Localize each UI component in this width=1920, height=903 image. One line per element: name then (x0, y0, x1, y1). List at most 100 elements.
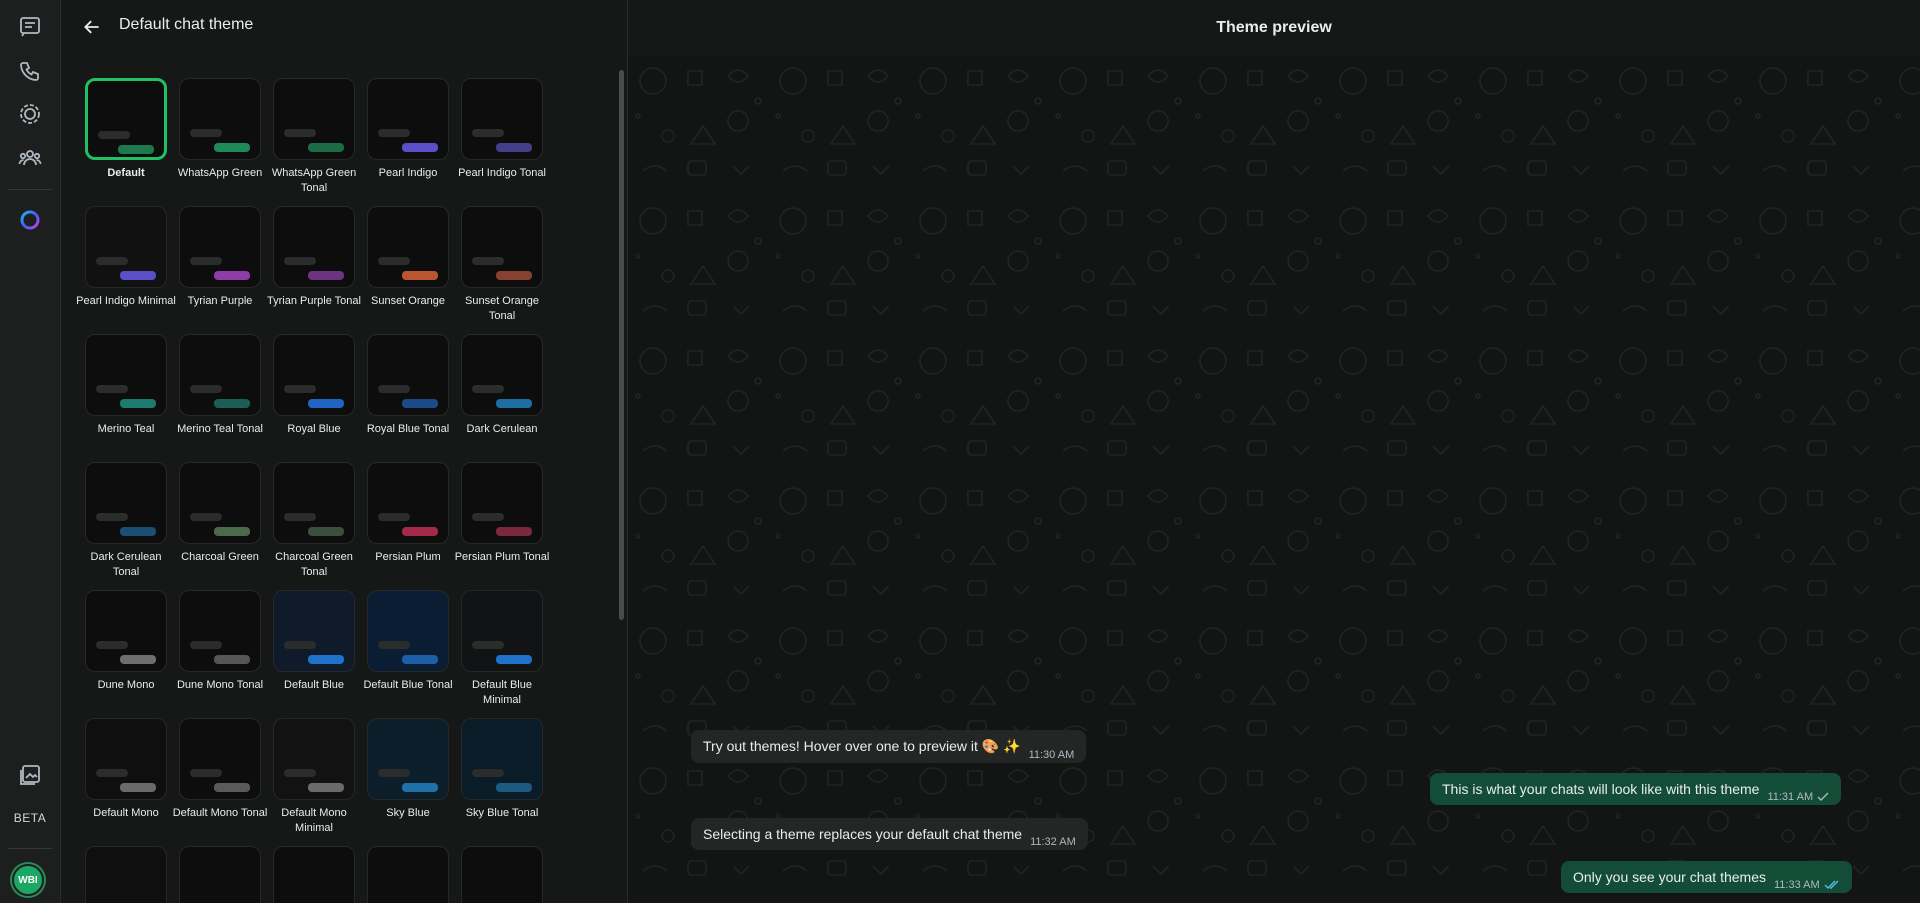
theme-tile[interactable]: Charcoal Green Tonal (273, 462, 355, 580)
message-text: Try out themes! Hover over one to previe… (703, 738, 1021, 754)
theme-tile[interactable] (179, 846, 261, 903)
swatch-incoming-bar (284, 641, 316, 649)
swatch-incoming-bar (472, 129, 504, 137)
theme-tile[interactable]: Tyrian Purple Tonal (267, 206, 361, 309)
theme-tile[interactable]: Pearl Indigo Tonal (458, 78, 546, 181)
theme-label: Persian Plum (375, 551, 441, 563)
message-outgoing[interactable]: Only you see your chat themes 11:33 AM (1561, 861, 1852, 893)
swatch-outgoing-bar (402, 399, 438, 408)
message-incoming[interactable]: Try out themes! Hover over one to previe… (691, 730, 1087, 763)
theme-tile[interactable]: Dark Cerulean Tonal (85, 462, 167, 580)
swatch-outgoing-bar (308, 271, 344, 280)
media-icon[interactable] (12, 757, 48, 793)
theme-label: Default Mono (93, 807, 159, 819)
theme-tile[interactable]: Dune Mono (85, 590, 167, 693)
theme-tile[interactable]: Default Blue Minimal (461, 590, 543, 708)
theme-tile[interactable]: Dune Mono Tonal (177, 590, 263, 693)
theme-label: Pearl Indigo Minimal (76, 295, 176, 307)
swatch-outgoing-bar (120, 527, 156, 536)
theme-label: WhatsApp Green (177, 167, 263, 179)
theme-label: Pearl Indigo (378, 167, 438, 179)
swatch-outgoing-bar (214, 655, 250, 664)
swatch-outgoing-bar (214, 271, 250, 280)
theme-label: Charcoal Green Tonal (275, 551, 353, 578)
swatch-incoming-bar (378, 257, 410, 265)
avatar[interactable]: WBI (12, 864, 44, 896)
theme-swatch (179, 206, 261, 288)
status-icon[interactable] (12, 96, 48, 132)
rail-divider-bottom (8, 848, 52, 849)
swatch-outgoing-bar (214, 783, 250, 792)
theme-tile[interactable] (273, 846, 355, 903)
message-text: This is what your chats will look like w… (1442, 781, 1760, 797)
message-time: 11:33 AM (1774, 879, 1820, 891)
theme-tile[interactable]: Royal Blue Tonal (367, 334, 449, 437)
swatch-outgoing-bar (308, 143, 344, 152)
theme-tile[interactable]: Default Blue (273, 590, 355, 693)
theme-tile[interactable]: WhatsApp Green (178, 78, 262, 181)
theme-tile[interactable]: Default Mono (85, 718, 167, 821)
theme-swatch (85, 334, 167, 416)
theme-tile[interactable]: Charcoal Green (179, 462, 261, 565)
back-arrow-icon[interactable] (78, 13, 106, 41)
theme-tile[interactable]: Default (85, 78, 167, 181)
swatch-incoming-bar (284, 513, 316, 521)
theme-tile[interactable]: Persian Plum Tonal (455, 462, 549, 565)
theme-tile[interactable]: Default Blue Tonal (363, 590, 453, 693)
theme-tile[interactable]: Default Mono Minimal (273, 718, 355, 836)
theme-tile[interactable]: Persian Plum (367, 462, 449, 565)
swatch-outgoing-bar (496, 527, 532, 536)
chats-icon[interactable] (12, 8, 48, 44)
theme-swatch (179, 334, 261, 416)
swatch-incoming-bar (284, 129, 316, 137)
panel-header: Default chat theme (61, 0, 627, 54)
double-check-icon (1824, 880, 1840, 890)
theme-label: Royal Blue Tonal (366, 423, 450, 435)
message-outgoing[interactable]: This is what your chats will look like w… (1430, 773, 1842, 805)
theme-tile[interactable]: Merino Teal (85, 334, 167, 437)
swatch-outgoing-bar (402, 783, 438, 792)
swatch-outgoing-bar (118, 145, 154, 154)
theme-label: Dark Cerulean (466, 423, 538, 435)
theme-tile[interactable]: Sunset Orange (367, 206, 449, 309)
theme-tile[interactable]: Royal Blue (273, 334, 355, 437)
theme-label: Tyrian Purple (187, 295, 253, 307)
theme-swatch (179, 718, 261, 800)
theme-swatch (367, 206, 449, 288)
theme-tile[interactable]: Sky Blue (367, 718, 449, 821)
theme-swatch (273, 462, 355, 544)
theme-tile[interactable]: Sky Blue Tonal (461, 718, 543, 821)
swatch-outgoing-bar (214, 143, 250, 152)
theme-tile[interactable] (85, 846, 167, 903)
theme-swatch (367, 590, 449, 672)
theme-tile[interactable] (461, 846, 543, 903)
message-incoming[interactable]: Selecting a theme replaces your default … (691, 818, 1088, 850)
message-text: Selecting a theme replaces your default … (703, 826, 1023, 842)
theme-tile[interactable]: Pearl Indigo (367, 78, 449, 181)
theme-tile[interactable]: Default Mono Tonal (173, 718, 267, 821)
theme-tile[interactable]: Dark Cerulean (461, 334, 543, 437)
swatch-outgoing-bar (308, 399, 344, 408)
theme-tile[interactable]: Pearl Indigo Minimal (76, 206, 176, 309)
theme-swatch (179, 78, 261, 160)
swatch-outgoing-bar (496, 143, 532, 152)
calls-icon[interactable] (12, 53, 48, 89)
swatch-incoming-bar (96, 641, 128, 649)
theme-tile[interactable]: Tyrian Purple (179, 206, 261, 309)
communities-icon[interactable] (12, 140, 48, 176)
panel-scrollbar[interactable] (619, 70, 624, 620)
swatch-incoming-bar (96, 385, 128, 393)
nav-rail: BETA WBI (0, 0, 61, 903)
meta-ai-icon[interactable] (12, 202, 48, 238)
theme-tile[interactable]: Sunset Orange Tonal (461, 206, 543, 324)
swatch-incoming-bar (378, 641, 410, 649)
theme-swatch (273, 846, 355, 903)
swatch-incoming-bar (98, 131, 130, 139)
theme-tile[interactable]: Merino Teal Tonal (177, 334, 263, 437)
theme-swatch (85, 462, 167, 544)
theme-swatch (367, 462, 449, 544)
swatch-incoming-bar (472, 769, 504, 777)
theme-tile[interactable]: WhatsApp Green Tonal (272, 78, 356, 196)
theme-label: Charcoal Green (181, 551, 259, 563)
theme-tile[interactable] (367, 846, 449, 903)
